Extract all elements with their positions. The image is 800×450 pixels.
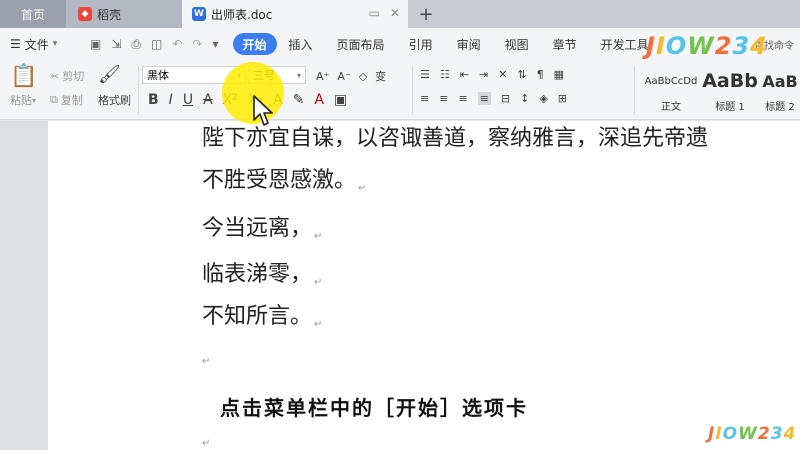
tab-page-layout[interactable]: 页面布局 [325, 33, 397, 55]
divider [412, 66, 413, 114]
tab-home[interactable]: 首页 [0, 0, 66, 28]
tab-daoke-label: 稻壳 [97, 7, 122, 22]
style-heading-1[interactable]: AaBb 标题 1 [702, 64, 758, 116]
divider [138, 66, 139, 114]
video-subtitle: 点击菜单栏中的［开始］选项卡 [220, 396, 528, 420]
font-size-tools: A⁺ A⁻ ◇ 变 [316, 68, 386, 84]
print-preview-icon[interactable]: ◫ [151, 37, 162, 52]
tab-bar: 首页 ◆ 稻壳 W 出师表.doc ▭ ✕ + [0, 0, 800, 28]
show-marks-icon[interactable]: ¶ [537, 68, 544, 81]
scissors-icon: ✂ [50, 69, 60, 83]
paragraph-tools-top: ☰ ☷ ⇤ ⇥ ✕ ⇅ ¶ ▦ [420, 68, 564, 81]
paragraph-mark-icon: ↵ [358, 183, 367, 194]
paragraph-mark-icon: ↵ [202, 356, 211, 367]
chinese-layout-icon[interactable]: ✕ [498, 68, 507, 81]
quick-access-toolbar: ▣ ⇲ ⎙ ◫ ↶ ↷ ▾ [90, 37, 219, 52]
align-right-icon[interactable]: ≡ [458, 92, 467, 105]
shading-icon[interactable]: ◈ [539, 92, 547, 105]
tab-view[interactable]: 视图 [493, 33, 541, 55]
format-painter-label: 格式刷 [98, 94, 131, 107]
doc-line-2[interactable]: 不胜受恩感激。 ↵ [202, 162, 366, 194]
paste-label[interactable]: 粘贴 ▾ [10, 92, 36, 108]
cut-button[interactable]: ✂ 剪切 [50, 68, 84, 84]
char-border-icon[interactable]: ▣ [334, 92, 347, 108]
format-painter-button[interactable]: 🖌 [98, 64, 121, 85]
strikethrough-icon[interactable]: A [203, 92, 213, 108]
file-menu[interactable]: ☰ 文件 ▾ [10, 36, 76, 53]
left-margin [0, 121, 48, 450]
tab-insert[interactable]: 插入 [277, 33, 325, 55]
phonetic-guide-icon[interactable]: 变 [375, 68, 386, 84]
undo-icon[interactable]: ↶ [172, 37, 182, 52]
file-menu-label: 文件 [24, 37, 49, 52]
tab-document[interactable]: W 出师表.doc ▭ ✕ [182, 0, 408, 28]
distributed-icon[interactable]: ⊟ [501, 92, 510, 105]
grow-font-icon[interactable]: A⁺ [316, 70, 329, 83]
numbered-list-icon[interactable]: ☷ [440, 68, 450, 81]
tab-section[interactable]: 章节 [541, 33, 589, 55]
print-icon[interactable]: ⎙ [131, 37, 141, 52]
style-heading-2[interactable]: AaB 标题 2 [760, 64, 800, 116]
increase-indent-icon[interactable]: ⇥ [479, 68, 488, 81]
align-left-icon[interactable]: ≡ [420, 92, 429, 105]
doc-line-5[interactable]: 不知所言。 ↵ [202, 298, 322, 330]
paragraph-tools-bottom: ≡ ≡ ≡ ≡ ⊟ ↕ ◈ ⊞ [420, 92, 567, 105]
line-spacing-icon[interactable]: ↕ [520, 92, 529, 105]
tab-home-label: 首页 [20, 7, 45, 22]
watermark-logo-bottom: JIOW234 [708, 424, 797, 444]
brush-icon: 🖌 [98, 64, 121, 85]
bullet-list-icon[interactable]: ☰ [420, 68, 430, 81]
font-color-icon[interactable]: A [314, 92, 324, 108]
doc-line-1[interactable]: 陛下亦宜自谋，以咨诹善道，察纳雅言，深追先帝遗 [202, 120, 800, 150]
copy-button[interactable]: ⧉ 复制 [50, 92, 83, 108]
divider [634, 66, 635, 114]
tab-start[interactable]: 开始 [232, 33, 277, 55]
shrink-font-icon[interactable]: A⁻ [337, 70, 350, 83]
table-icon[interactable]: ▦ [554, 68, 564, 81]
highlight-icon[interactable]: ✎ [293, 92, 305, 108]
underline-icon[interactable]: U [183, 92, 193, 108]
menu-tabs: 开始 插入 页面布局 引用 审阅 视图 章节 开发工具 [232, 33, 661, 55]
tab-review[interactable]: 审阅 [445, 33, 493, 55]
justify-icon[interactable]: ≡ [477, 92, 491, 105]
style-normal[interactable]: AaBbCcDd 正文 [640, 64, 702, 116]
hamburger-icon: ☰ [10, 37, 21, 51]
mouse-cursor-icon [253, 95, 273, 126]
border-icon[interactable]: ⊞ [558, 92, 567, 105]
watermark-logo-top: JIOW234 [646, 32, 768, 60]
paragraph-mark-icon: ↵ [202, 438, 211, 449]
redo-icon[interactable]: ↷ [192, 37, 202, 52]
decrease-indent-icon[interactable]: ⇤ [460, 68, 469, 81]
clear-format-icon[interactable]: ◇ [359, 70, 367, 83]
chevron-down-icon: ▾ [296, 70, 301, 80]
doc-line-3[interactable]: 今当远离， ↵ [202, 210, 322, 242]
clipboard-icon: 📋 [10, 64, 38, 89]
align-center-icon[interactable]: ≡ [439, 92, 448, 105]
window-mode-icon[interactable]: ▭ [369, 6, 380, 20]
sort-icon[interactable]: ⇅ [517, 68, 526, 81]
new-tab-button[interactable]: + [408, 0, 444, 28]
chevron-down-icon: ▾ [52, 39, 58, 49]
paragraph-mark-icon: ↵ [314, 319, 323, 330]
tab-daoke[interactable]: ◆ 稻壳 [66, 0, 182, 28]
save-icon[interactable]: ▣ [90, 37, 101, 52]
customize-icon[interactable]: ▾ [212, 37, 218, 52]
paragraph-mark-icon: ↵ [314, 277, 323, 288]
daoke-icon: ◆ [78, 7, 92, 21]
paragraph-mark-icon: ↵ [314, 231, 323, 242]
copy-icon: ⧉ [50, 93, 58, 106]
wps-writer-icon: W [192, 7, 206, 21]
italic-icon[interactable]: I [169, 92, 173, 108]
paste-button[interactable]: 📋 [10, 64, 38, 89]
ribbon-toolbar: 📋 粘贴▾ ✂ 剪切 ⧉ 复制 🖌 格式刷 黑体▾ 三号▾ A⁺ A⁻ ◇ 变 … [0, 60, 800, 120]
doc-line-4[interactable]: 临表涕零， ↵ [202, 256, 322, 288]
export-icon[interactable]: ⇲ [111, 37, 121, 52]
tab-references[interactable]: 引用 [397, 33, 445, 55]
tab-document-label: 出师表.doc [211, 7, 273, 22]
close-tab-icon[interactable]: ✕ [390, 6, 400, 20]
bold-icon[interactable]: B [148, 92, 159, 108]
